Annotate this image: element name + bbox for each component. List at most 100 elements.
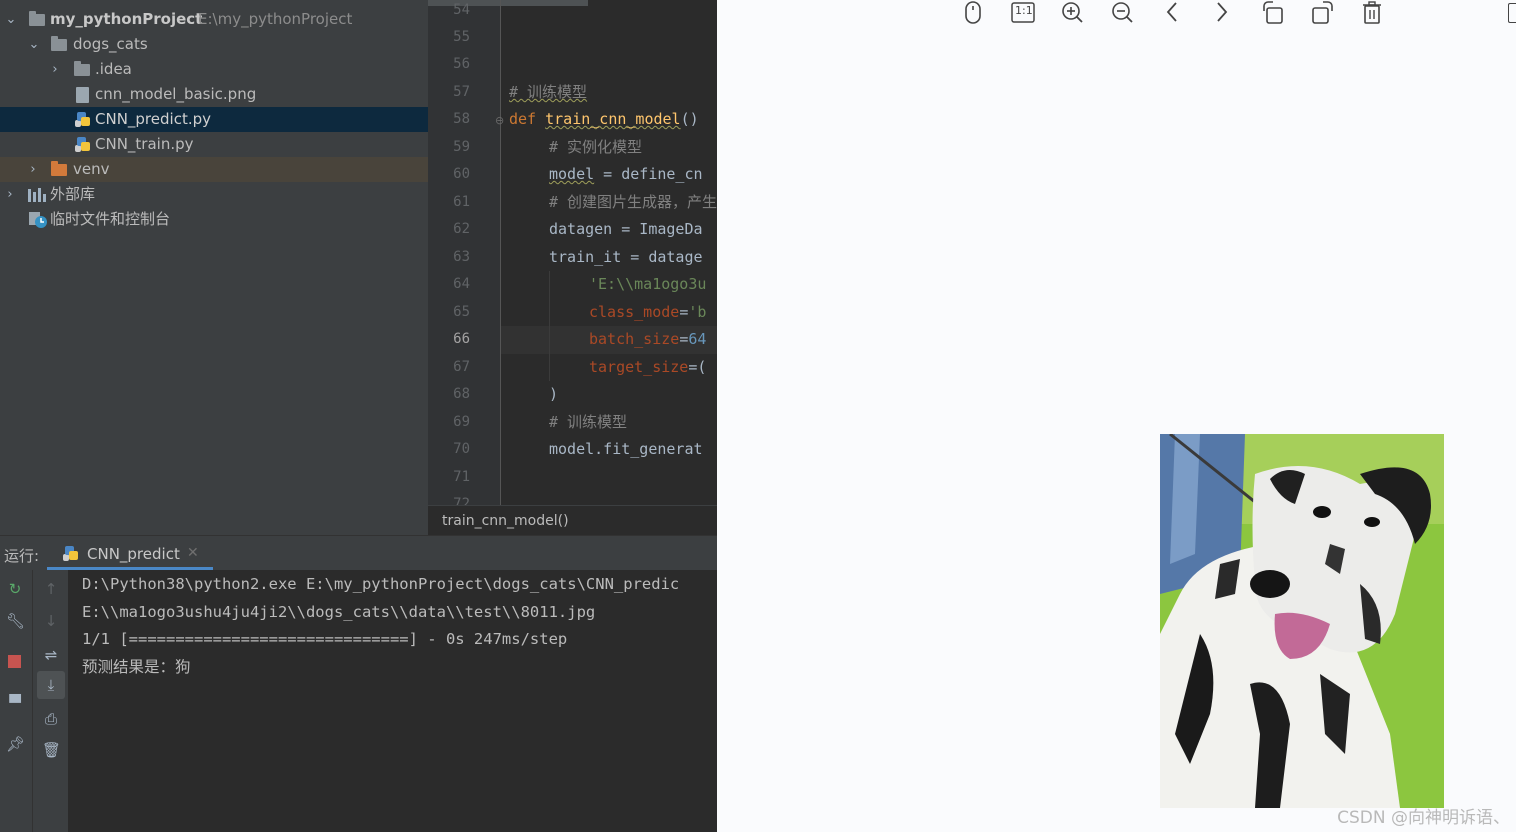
fold-icon[interactable]: ⊖ [495,114,504,127]
code-line-68: ) [549,381,558,408]
function-name: train_cnn_model [545,110,681,128]
soft-wrap-icon[interactable]: ⇌ [42,646,60,664]
tree-item-label: .idea [95,60,132,78]
console-line: D:\Python38\python2.exe E:\my_pythonProj… [82,575,680,593]
run-label: 运行: [4,547,40,565]
trash-icon[interactable]: 🗑︎ [42,741,61,759]
image-viewer: 1:1 CSDN @向神明诉语、 [717,0,1516,832]
mouse-icon[interactable] [961,0,985,26]
tree-item-venv[interactable]: › venv [0,157,428,182]
line-number: 56 [453,56,470,72]
variable: model [549,165,595,183]
tree-item-cnn-model-png[interactable]: cnn_model_basic.png [0,82,428,107]
tree-item-external-libs[interactable]: › 外部库 [0,182,428,207]
delete-icon[interactable] [1360,0,1384,26]
line-number: 70 [453,441,470,457]
breadcrumb[interactable]: train_cnn_model() [428,505,717,535]
tree-item-dogs-cats[interactable]: ⌄ dogs_cats [0,32,428,57]
comment: # 训练模型 [509,83,588,101]
project-path: E:\my_pythonProject [198,10,353,28]
zoom-in-icon[interactable] [1060,0,1084,26]
tree-root[interactable]: ⌄ my_pythonProject E:\my_pythonProject [0,7,428,32]
chevron-right-icon[interactable]: › [48,57,62,82]
tree-item-idea[interactable]: › .idea [0,57,428,82]
arrow-up-icon[interactable]: ↑ [42,580,60,598]
line-number: 55 [453,29,470,45]
folder-icon [51,36,67,51]
zoom-out-icon[interactable] [1110,0,1134,26]
stop-icon[interactable] [8,655,21,668]
string: 'E:\\ma1ogo3u [589,275,707,293]
actual-size-label: 1:1 [1015,4,1033,17]
console-output[interactable]: D:\Python38\python2.exe E:\my_pythonProj… [68,570,717,832]
tree-item-cnn-predict[interactable]: CNN_predict.py [0,107,428,132]
rotate-right-icon[interactable] [1310,0,1334,26]
code-editor[interactable]: 54 55 56 57 58 59 60 61 62 63 64 65 66 6… [428,0,717,535]
previous-icon[interactable] [1160,0,1184,26]
string: 'b [688,303,707,321]
code-line-65: class_mode='b [589,303,707,321]
python-file-icon [75,136,91,153]
print-icon[interactable]: ⎙ [42,710,60,728]
line-number: 62 [453,221,470,237]
chevron-right-icon[interactable]: › [3,182,17,207]
code-line-62: datagen = ImageDa [549,216,703,243]
breadcrumb-item[interactable]: train_cnn_model() [442,513,569,529]
python-file-icon [75,111,91,128]
project-name: my_pythonProject [50,10,203,28]
line-number-current: 66 [453,331,470,347]
code-line-58: def train_cnn_model() [509,106,699,133]
scratches-icon [28,211,48,229]
code-line-69: # 训练模型 [549,409,627,436]
code-text: = define_cn [594,165,703,183]
comment: # 训练模型 [549,413,628,431]
line-number: 65 [453,304,470,320]
tree-item-scratches[interactable]: 临时文件和控制台 [0,207,428,232]
code-line-63: train_it = datage [549,244,703,271]
tree-item-label: CNN_train.py [95,135,194,153]
chevron-down-icon[interactable]: ⌄ [27,32,41,57]
code-line-64: 'E:\\ma1ogo3u [589,271,706,298]
param: target_size [589,358,689,376]
console-line: 1/1 [==============================] - 0… [82,630,568,648]
line-number: 54 [453,2,470,18]
paren: ( [697,358,707,376]
rotate-left-icon[interactable] [1260,0,1284,26]
more-icon[interactable] [1508,3,1516,23]
line-number: 68 [453,386,470,402]
rerun-icon[interactable]: ↻ [6,580,24,598]
actual-size-icon[interactable]: 1:1 [1010,0,1035,26]
tree-item-label: cnn_model_basic.png [95,85,257,103]
chevron-down-icon[interactable]: ⌄ [4,7,18,32]
line-number: 72 [453,496,470,505]
line-number: 57 [453,84,470,100]
paren: ) [549,385,559,403]
tree-item-label: 临时文件和控制台 [50,210,171,228]
line-number: 59 [453,139,470,155]
library-icon [28,188,46,202]
project-panel: ⌄ my_pythonProject E:\my_pythonProject ⌄… [0,0,428,535]
code-line-67: target_size=( [589,358,707,376]
tree-item-cnn-train[interactable]: CNN_train.py [0,132,428,157]
line-number: 63 [453,249,470,265]
code-line-70: model.fit_generat [549,436,703,463]
pin-icon[interactable]: 📌︎ [6,735,25,753]
layout-icon[interactable]: ▀ [6,694,24,712]
tree-item-label: 外部库 [50,185,96,203]
next-icon[interactable] [1210,0,1234,26]
code-line-57: # 训练模型 [509,79,587,106]
line-number: 64 [453,276,470,292]
code-line-59: # 实例化模型 [549,134,642,161]
keyword: def [509,110,537,128]
arrow-down-icon[interactable]: ↓ [42,612,60,630]
image-file-icon [76,87,89,103]
folder-icon [51,161,67,176]
close-icon[interactable]: ✕ [187,545,199,561]
chevron-right-icon[interactable]: › [26,157,40,182]
tree-item-label: dogs_cats [73,35,148,53]
wrench-icon[interactable]: 🔧︎ [6,612,25,630]
code-text: datagen = ImageDa [549,220,703,238]
gutter-divider [500,0,501,505]
folder-icon [74,61,90,76]
tab-cnn-predict[interactable]: CNN_predict ✕ [47,536,213,570]
